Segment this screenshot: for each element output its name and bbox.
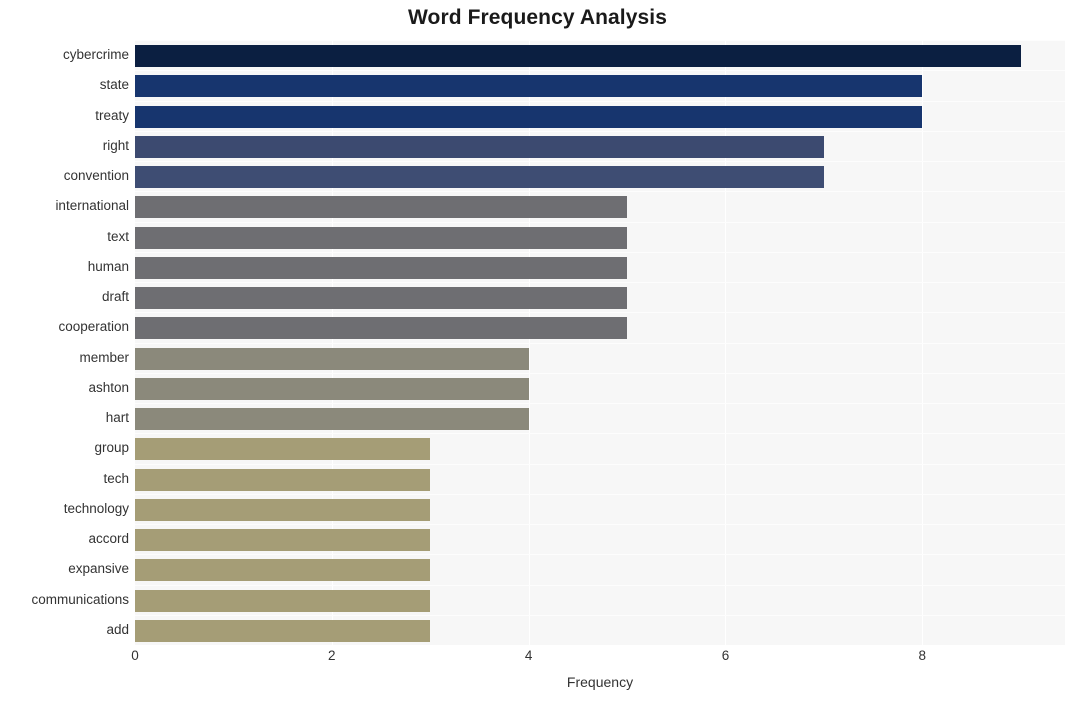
y-axis-tick-label: draft <box>101 289 129 305</box>
word-frequency-chart: Word Frequency Analysis cybercrime state t… <box>0 0 1075 701</box>
bar <box>135 347 529 370</box>
bar <box>135 498 431 521</box>
y-axis-tick-label: state <box>99 77 129 93</box>
y-axis-tick-label: right <box>102 137 129 153</box>
bar <box>135 196 628 219</box>
bar <box>135 135 824 158</box>
bar <box>135 75 923 98</box>
y-axis-tick-label: add <box>106 621 129 637</box>
y-axis-tick-label: expansive <box>68 561 129 577</box>
x-axis-tick-label: 0 <box>131 648 139 663</box>
x-axis-tick-labels: 0 2 4 6 8 <box>131 648 1065 670</box>
y-axis-tick-label: ashton <box>88 379 129 395</box>
y-axis-tick-label: technology <box>63 500 129 516</box>
y-axis-tick-label: tech <box>103 470 129 486</box>
y-axis-labels: cybercrime state treaty right convention inte… <box>0 40 129 645</box>
bar <box>135 226 628 249</box>
bar <box>135 287 628 310</box>
y-axis-tick-label: communications <box>31 591 129 607</box>
x-axis-tick-label: 4 <box>524 648 533 663</box>
bar <box>135 408 529 431</box>
y-axis-tick-label: international <box>55 198 129 214</box>
y-axis-tick-label: cybercrime <box>62 47 129 63</box>
x-axis-title: Frequency <box>566 674 634 690</box>
y-axis-tick-label: accord <box>88 531 129 547</box>
bar <box>135 619 431 642</box>
y-axis-tick-label: human <box>87 258 129 274</box>
y-axis-tick-label: convention <box>63 168 129 184</box>
bar <box>135 317 628 340</box>
y-axis-tick-label: hart <box>105 410 129 426</box>
bar <box>135 256 628 279</box>
chart-title: Word Frequency Analysis <box>407 6 668 29</box>
bar <box>135 45 1021 68</box>
bar <box>135 559 431 582</box>
bar-series <box>135 40 1065 645</box>
bar <box>135 529 431 552</box>
plot-area <box>135 40 1065 645</box>
y-axis-tick-label: group <box>94 440 129 456</box>
y-axis-tick-label: treaty <box>95 107 129 123</box>
bar <box>135 468 431 491</box>
bar <box>135 438 431 461</box>
x-axis-tick-label: 8 <box>918 648 927 663</box>
x-axis-tick-label: 2 <box>328 648 336 663</box>
y-axis-tick-label: text <box>107 228 129 244</box>
bar <box>135 377 529 400</box>
bar <box>135 166 824 189</box>
y-axis-tick-label: cooperation <box>58 319 129 335</box>
bar <box>135 105 923 128</box>
x-axis-tick-label: 6 <box>721 648 730 663</box>
bar <box>135 589 431 612</box>
y-axis-tick-label: member <box>79 349 129 365</box>
